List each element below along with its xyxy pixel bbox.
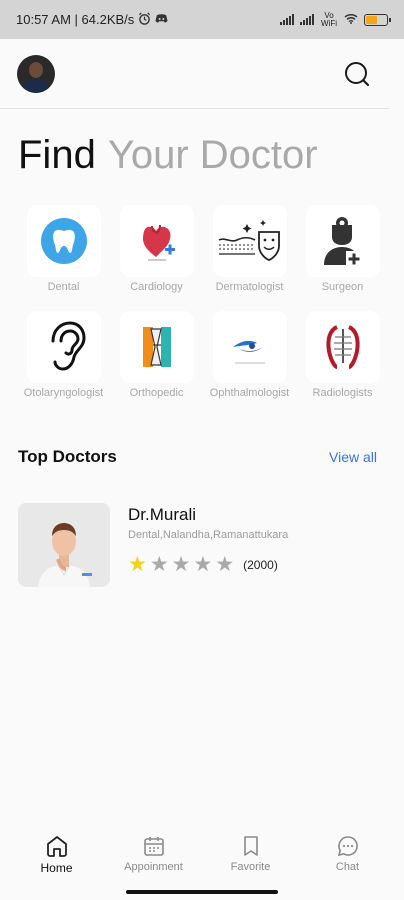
wifi-icon xyxy=(344,13,358,26)
star-icon: ★ xyxy=(149,553,169,576)
discord-icon xyxy=(155,12,168,27)
top-doctors-title: Top Doctors xyxy=(18,447,117,466)
doctor-photo xyxy=(18,503,110,587)
category-label: Orthopedic xyxy=(129,387,184,399)
tooth-icon xyxy=(40,218,87,264)
review-count: (2000) xyxy=(243,558,278,572)
page-title: Find Your Doctor xyxy=(0,109,404,179)
category-tile xyxy=(26,205,101,277)
category-tile xyxy=(119,205,194,277)
category-tile xyxy=(212,205,287,277)
nav-chat[interactable]: Chat xyxy=(303,834,393,873)
category-dermatologist[interactable]: Dermatologist xyxy=(203,205,296,293)
skin-icon xyxy=(218,220,280,261)
category-label: Surgeon xyxy=(321,281,364,293)
alarm-icon xyxy=(138,12,151,28)
category-label: Cardiology xyxy=(130,281,183,293)
category-label: Ophthalmologist xyxy=(209,387,290,399)
calendar-icon xyxy=(143,837,164,856)
nav-appointment-label: Appoinment xyxy=(124,861,183,873)
star-icon: ★ xyxy=(215,553,235,576)
xray-icon xyxy=(325,325,360,369)
home-indicator xyxy=(126,890,278,894)
category-tile xyxy=(212,311,287,383)
bookmark-icon xyxy=(243,836,258,856)
doctor-rating: ★ ★ ★ ★ ★ (2000) xyxy=(128,553,288,576)
status-right: Vo WiFi xyxy=(280,10,391,28)
avatar[interactable] xyxy=(17,54,55,93)
category-label: Dermatologist xyxy=(215,281,284,293)
category-surgeon[interactable]: Surgeon xyxy=(296,205,389,293)
top-doctors-header: Top Doctors View all xyxy=(0,399,404,467)
nav-chat-label: Chat xyxy=(335,861,360,873)
status-left: 10:57 AM | 64.2KB/s xyxy=(16,12,168,28)
vowifi-label: Vo WiFi xyxy=(321,10,337,28)
eye-icon xyxy=(232,340,265,364)
category-otolaryngologist[interactable]: Otolaryngologist xyxy=(17,311,110,399)
category-label: Dental xyxy=(47,281,80,293)
star-icon: ★ xyxy=(128,553,147,576)
status-time: 10:57 AM | 64.2KB/s xyxy=(16,12,135,27)
category-label: Radiologists xyxy=(312,387,373,399)
search-button[interactable] xyxy=(341,58,373,90)
heart-icon xyxy=(142,224,175,261)
category-label: Otolaryngologist xyxy=(23,387,104,399)
home-icon xyxy=(46,836,67,857)
category-tile xyxy=(305,311,380,383)
star-icon: ★ xyxy=(171,553,191,576)
view-all-link[interactable]: View all xyxy=(329,449,377,465)
category-tile xyxy=(26,311,101,383)
surgeon-icon xyxy=(323,217,362,267)
ear-icon xyxy=(51,321,86,371)
category-radiologists[interactable]: Radiologists xyxy=(296,311,389,399)
nav-favorite-label: Favorite xyxy=(230,861,271,873)
nav-home-label: Home xyxy=(40,861,73,875)
star-icon: ★ xyxy=(193,553,213,576)
doctor-card[interactable]: Dr.Murali Dental,Nalandha,Ramanattukara … xyxy=(0,467,404,587)
battery-icon xyxy=(364,13,391,26)
bottom-nav: Home Appoinment Favorite Chat xyxy=(0,830,404,886)
doctor-info: Dr.Murali Dental,Nalandha,Ramanattukara … xyxy=(128,503,288,587)
category-dental[interactable]: Dental xyxy=(17,205,110,293)
nav-home[interactable]: Home xyxy=(12,834,102,875)
title-find: Find xyxy=(18,133,96,177)
bone-icon xyxy=(142,327,171,367)
status-bar: 10:57 AM | 64.2KB/s Vo WiFi xyxy=(0,0,404,39)
nav-favorite[interactable]: Favorite xyxy=(206,834,296,873)
chat-icon xyxy=(337,836,358,857)
signal-icon xyxy=(280,14,294,25)
category-cardiology[interactable]: Cardiology xyxy=(110,205,203,293)
title-your-doctor: Your Doctor xyxy=(107,133,318,177)
category-tile xyxy=(305,205,380,277)
nav-appointment[interactable]: Appoinment xyxy=(109,834,199,873)
category-grid: Dental Cardiology Dermatologist Surgeon … xyxy=(0,179,404,399)
category-ophthalmologist[interactable]: Ophthalmologist xyxy=(203,311,296,399)
doctor-details: Dental,Nalandha,Ramanattukara xyxy=(128,529,289,541)
doctor-name: Dr.Murali xyxy=(128,505,197,524)
top-bar xyxy=(0,39,389,109)
category-orthopedic[interactable]: Orthopedic xyxy=(110,311,203,399)
signal-icon-2 xyxy=(300,14,314,25)
category-tile xyxy=(119,311,194,383)
search-icon xyxy=(345,61,370,86)
